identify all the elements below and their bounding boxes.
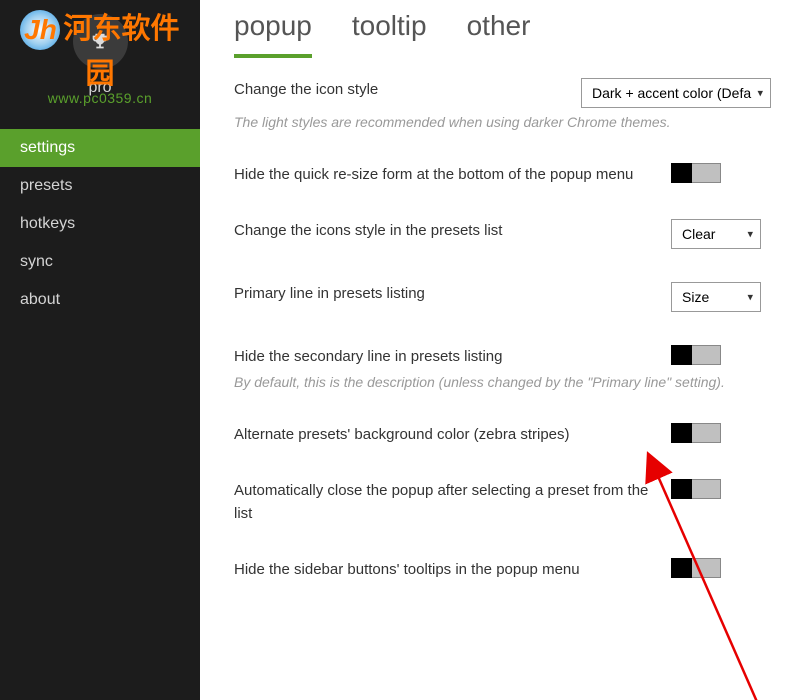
setting-label: Primary line in presets listing xyxy=(234,282,651,305)
watermark-icon: Jh xyxy=(20,10,60,50)
setting-hint: The light styles are recommended when us… xyxy=(234,113,771,133)
setting-label: Hide the secondary line in presets listi… xyxy=(234,345,651,368)
tab-popup[interactable]: popup xyxy=(234,10,312,58)
watermark-text: 河东软件园 xyxy=(63,13,179,90)
presets-icon-style-select[interactable]: Clear xyxy=(671,219,761,249)
sidebar-item-presets[interactable]: presets xyxy=(0,167,200,205)
setting-zebra-stripes: Alternate presets' background color (zeb… xyxy=(234,423,771,446)
setting-primary-line: Primary line in presets listing Size xyxy=(234,282,771,312)
setting-label: Change the icons style in the presets li… xyxy=(234,219,651,242)
watermark-url: www.pc0359.cn xyxy=(10,90,190,106)
setting-label: Hide the sidebar buttons' tooltips in th… xyxy=(234,558,651,581)
setting-hint: By default, this is the description (unl… xyxy=(234,373,771,393)
tab-tooltip[interactable]: tooltip xyxy=(352,10,427,58)
setting-hide-resize-form: Hide the quick re-size form at the botto… xyxy=(234,163,771,186)
primary-line-select[interactable]: Size xyxy=(671,282,761,312)
sidebar-item-about[interactable]: about xyxy=(0,281,200,319)
sidebar-item-sync[interactable]: sync xyxy=(0,243,200,281)
tab-other[interactable]: other xyxy=(467,10,531,58)
setting-presets-icon-style: Change the icons style in the presets li… xyxy=(234,219,771,249)
setting-auto-close-popup: Automatically close the popup after sele… xyxy=(234,479,771,526)
zebra-stripes-toggle[interactable] xyxy=(671,423,721,443)
hide-resize-form-toggle[interactable] xyxy=(671,163,721,183)
setting-label: Change the icon style xyxy=(234,78,561,101)
watermark-logo: Jh河东软件园 www.pc0359.cn xyxy=(0,0,200,111)
setting-label: Alternate presets' background color (zeb… xyxy=(234,423,651,446)
hide-secondary-line-toggle[interactable] xyxy=(671,345,721,365)
auto-close-popup-toggle[interactable] xyxy=(671,479,721,499)
setting-icon-style: Change the icon style Dark + accent colo… xyxy=(234,78,771,108)
icon-style-select[interactable]: Dark + accent color (Defa xyxy=(581,78,771,108)
main-content: popup tooltip other Change the icon styl… xyxy=(200,0,805,700)
sidebar-nav: settings presets hotkeys sync about xyxy=(0,115,200,319)
setting-label: Hide the quick re-size form at the botto… xyxy=(234,163,651,186)
setting-label: Automatically close the popup after sele… xyxy=(234,479,651,526)
tabs: popup tooltip other xyxy=(234,10,771,58)
setting-hide-sidebar-tooltips: Hide the sidebar buttons' tooltips in th… xyxy=(234,558,771,581)
sidebar-item-hotkeys[interactable]: hotkeys xyxy=(0,205,200,243)
sidebar-item-settings[interactable]: settings xyxy=(0,129,200,167)
sidebar: Jh河东软件园 www.pc0359.cn pro settings prese… xyxy=(0,0,200,700)
hide-sidebar-tooltips-toggle[interactable] xyxy=(671,558,721,578)
setting-hide-secondary-line: Hide the secondary line in presets listi… xyxy=(234,345,771,368)
